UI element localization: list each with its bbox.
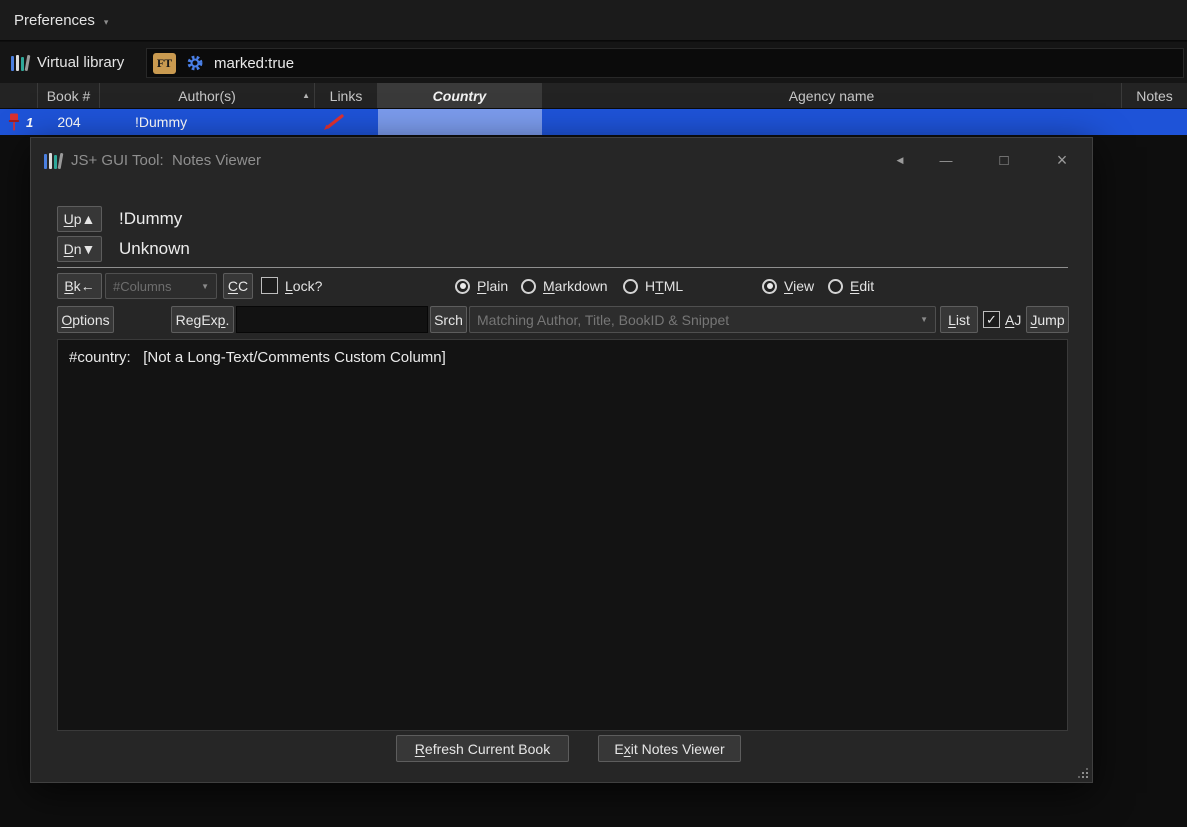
table-header: Book # Author(s) ▲ Links Country Agency … [0, 83, 1187, 109]
library-toolbar: Virtual library FT marked:true [0, 42, 1187, 83]
check-icon: ✓ [986, 312, 997, 327]
options-button[interactable]: Options [57, 306, 114, 333]
chevron-down-icon: ▼ [920, 315, 928, 324]
full-text-search-badge[interactable]: FT [153, 52, 176, 74]
match-dropdown[interactable]: Matching Author, Title, BookID & Snippet… [469, 306, 936, 333]
virtual-library-label: Virtual library [37, 54, 125, 71]
radio-button-icon [455, 278, 470, 294]
book-title-label: !Dummy [119, 209, 183, 228]
menu-bar: Preferences ▾ [0, 0, 1187, 41]
regexp-button[interactable]: RegEx p. [171, 306, 234, 333]
lock-label: Lock? [285, 278, 323, 294]
book-author-label: Unknown [119, 239, 190, 258]
minimize-button[interactable]: — [929, 138, 963, 183]
column-header-links[interactable]: Links [315, 83, 378, 108]
table-row[interactable]: 1 204 !Dummy [0, 109, 1187, 135]
book-number-cell: 204 [57, 114, 81, 130]
app-window: Preferences ▾ Virtual library FT marked:… [0, 0, 1187, 827]
match-dropdown-placeholder: Matching Author, Title, BookID & Snippet [477, 311, 730, 328]
radio-button-icon [623, 278, 638, 294]
preferences-label: Preferences [14, 12, 95, 29]
column-header-book-number[interactable]: Book # [38, 83, 100, 108]
pin-icon [8, 113, 20, 131]
columns-dropdown[interactable]: #Columns ▼ [105, 273, 217, 299]
lock-checkbox[interactable] [261, 277, 278, 294]
library-icon [44, 152, 64, 169]
exit-notes-viewer-button[interactable]: Ex it Notes Viewer [598, 735, 741, 762]
column-header-notes[interactable]: Notes [1122, 83, 1187, 108]
column-header-country[interactable]: Country [378, 83, 542, 108]
list-button[interactable]: List [940, 306, 978, 333]
column-header-row-number[interactable] [0, 83, 38, 108]
radio-plain[interactable]: Plain [455, 273, 508, 299]
down-button[interactable]: Dn▼ [57, 236, 102, 262]
row-number-cell: 1 [26, 114, 34, 130]
up-button[interactable]: Up▲ [57, 206, 102, 232]
radio-button-icon [828, 278, 843, 294]
chevron-down-icon: ▾ [103, 16, 109, 27]
maximize-button[interactable]: □ [987, 138, 1021, 183]
authors-cell: !Dummy [135, 114, 188, 130]
dialog-title: JS+ GUI Tool: Notes Viewer [71, 152, 261, 169]
country-cell[interactable] [378, 109, 542, 135]
divider [57, 267, 1068, 268]
radio-button-icon [521, 278, 536, 294]
column-header-authors[interactable]: Author(s) ▲ [100, 83, 315, 108]
cc-button[interactable]: CC [223, 273, 253, 299]
srch-button[interactable]: Srch [430, 306, 467, 333]
radio-html[interactable]: HTML [623, 273, 683, 299]
sort-ascending-icon: ▲ [302, 91, 310, 100]
resize-grip[interactable] [1076, 766, 1089, 779]
radio-markdown[interactable]: Markdown [521, 273, 608, 299]
search-input[interactable] [236, 306, 428, 333]
pen-icon [324, 114, 344, 130]
column-header-agency-name[interactable]: Agency name [542, 83, 1122, 108]
gear-icon[interactable] [186, 54, 204, 72]
search-query-text: marked:true [214, 54, 295, 72]
jump-button[interactable]: Jump [1026, 306, 1069, 333]
refresh-current-book-button[interactable]: Refresh Current Book [396, 735, 569, 762]
close-button[interactable]: × [1045, 138, 1079, 183]
aj-checkbox[interactable]: ✓ [983, 311, 1000, 328]
notes-content-area[interactable]: #country: [Not a Long-Text/Comments Cust… [57, 339, 1068, 731]
dialog-title-bar[interactable]: JS+ GUI Tool: Notes Viewer ◀ — □ × [31, 138, 1092, 183]
library-books-icon [11, 54, 31, 71]
radio-button-icon [762, 278, 777, 294]
radio-edit[interactable]: Edit [828, 273, 874, 299]
search-bar[interactable]: FT marked:true [146, 48, 1184, 78]
virtual-library-button[interactable]: Virtual library [0, 42, 135, 83]
notes-viewer-dialog: JS+ GUI Tool: Notes Viewer ◀ — □ × Up▲ !… [30, 137, 1093, 783]
chevron-down-icon: ▼ [201, 281, 209, 291]
aj-label: AJ [1005, 311, 1022, 328]
radio-view[interactable]: View [762, 273, 814, 299]
bk-button[interactable]: Bk← [57, 273, 102, 299]
back-icon[interactable]: ◀ [883, 138, 917, 183]
preferences-button[interactable]: Preferences ▾ [0, 0, 122, 41]
